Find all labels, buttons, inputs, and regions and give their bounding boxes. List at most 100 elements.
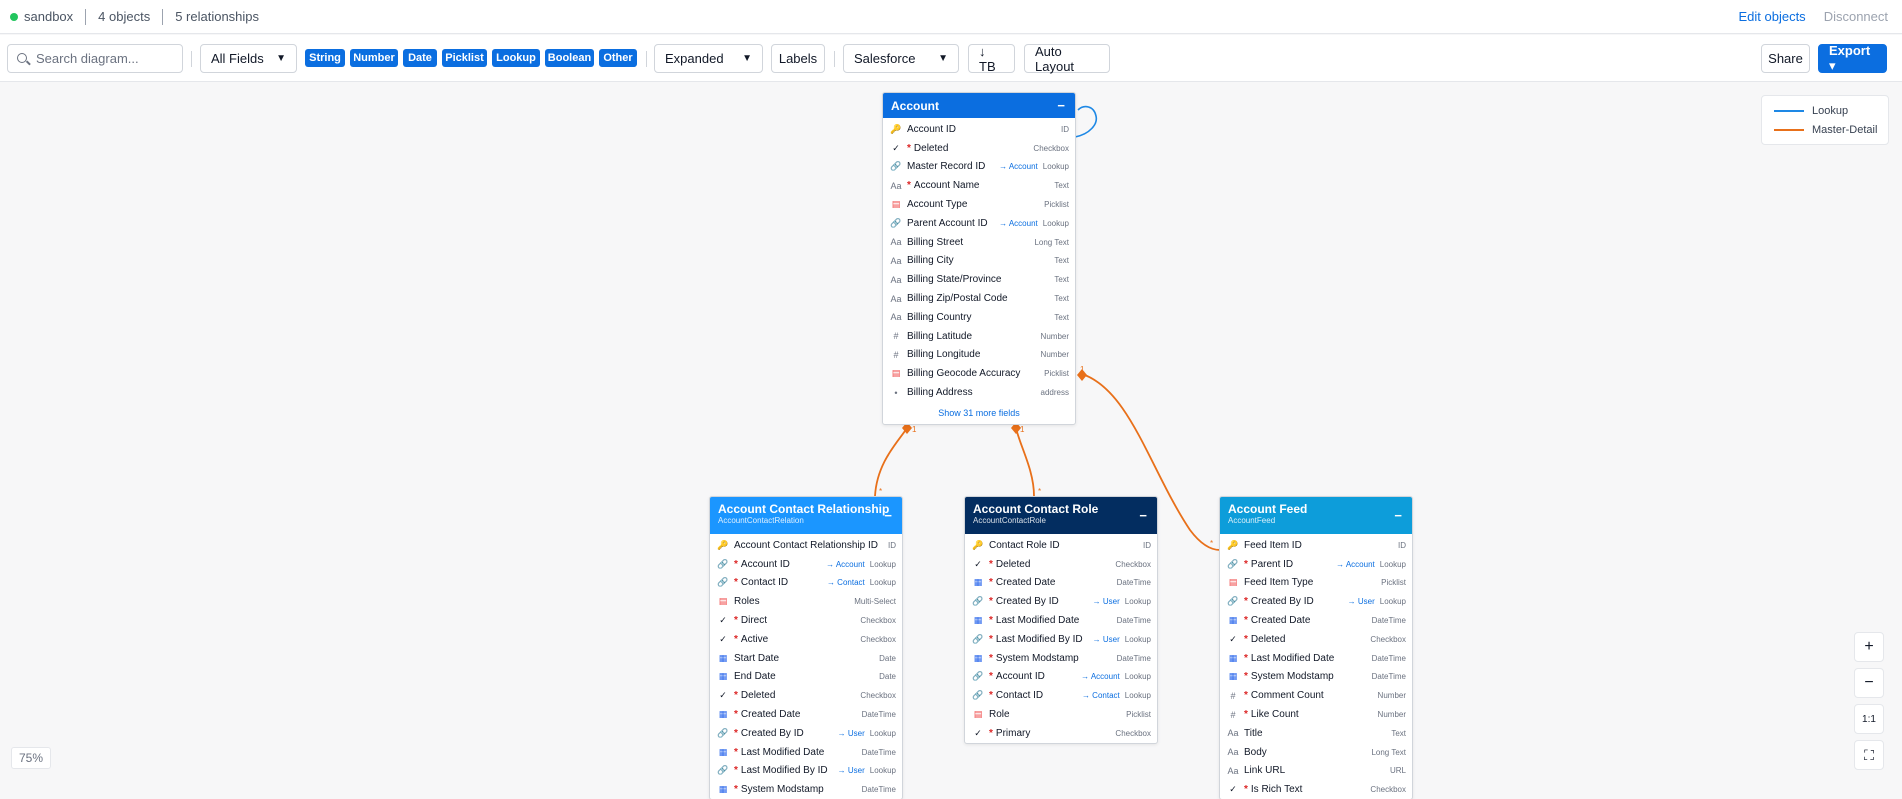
field-row[interactable]: ▦ * System Modstamp DateTime (710, 780, 902, 799)
field-row[interactable]: 🔑 Contact Role ID ID (965, 536, 1157, 555)
field-row[interactable]: ✓ * Deleted Checkbox (883, 139, 1075, 158)
zoom-in-button[interactable]: + (1854, 632, 1884, 662)
object-card-account-contact-relationship[interactable]: Account Contact Relationship AccountConta… (709, 496, 903, 799)
field-row[interactable]: 🔗 * Last Modified By ID → User Lookup (965, 630, 1157, 649)
field-row[interactable]: ▦ * System Modstamp DateTime (965, 649, 1157, 668)
field-reference[interactable]: → Account (999, 219, 1038, 228)
chip-date[interactable]: Date (403, 49, 437, 67)
field-row[interactable]: ✓ * Deleted Checkbox (710, 686, 902, 705)
field-row[interactable]: ▦ * Created Date DateTime (965, 574, 1157, 593)
field-row[interactable]: Aa Billing State/Province Text (883, 270, 1075, 289)
master-detail-edge-acrole[interactable] (1015, 427, 1035, 497)
object-card-account-contact-role[interactable]: Account Contact Role AccountContactRole − 🔑… (964, 496, 1158, 744)
minimize-button[interactable]: − (884, 508, 892, 523)
field-row[interactable]: Aa Link URL URL (1220, 762, 1412, 781)
field-reference[interactable]: → Account (999, 162, 1038, 171)
card-header[interactable]: Account Contact Role AccountContactRole − (965, 497, 1157, 534)
field-row[interactable]: Aa Title Text (1220, 724, 1412, 743)
minimize-button[interactable]: − (1057, 98, 1065, 113)
field-row[interactable]: ▦ * Last Modified Date DateTime (710, 743, 902, 762)
field-row[interactable]: 🔗 * Created By ID → User Lookup (1220, 592, 1412, 611)
card-header[interactable]: Account Feed AccountFeed − (1220, 497, 1412, 534)
field-row[interactable]: Aa * Account Name Text (883, 176, 1075, 195)
zoom-out-button[interactable]: − (1854, 668, 1884, 698)
field-row[interactable]: Aa Billing City Text (883, 252, 1075, 271)
field-row[interactable]: 🔗 * Created By ID → User Lookup (965, 592, 1157, 611)
field-row[interactable]: ▦ Start Date Date (710, 649, 902, 668)
field-row[interactable]: 🔑 Feed Item ID ID (1220, 536, 1412, 555)
field-row[interactable]: 🔗 * Created By ID → User Lookup (710, 724, 902, 743)
field-row[interactable]: Aa Body Long Text (1220, 743, 1412, 762)
field-reference[interactable]: → Account (1081, 672, 1120, 681)
field-row[interactable]: ▦ * Created Date DateTime (1220, 611, 1412, 630)
field-reference[interactable]: → User (1093, 635, 1120, 644)
field-row[interactable]: • Billing Address address (883, 383, 1075, 402)
field-row[interactable]: # Billing Latitude Number (883, 327, 1075, 346)
chip-boolean[interactable]: Boolean (545, 49, 594, 67)
field-reference[interactable]: → Account (1336, 560, 1375, 569)
object-card-account[interactable]: Account − 🔑 Account ID ID ✓ * Deleted Checkbox 🔗 M… (882, 92, 1076, 425)
field-row[interactable]: # * Comment Count Number (1220, 686, 1412, 705)
field-reference[interactable]: → User (1348, 597, 1375, 606)
field-reference[interactable]: → User (838, 766, 865, 775)
field-row[interactable]: ▤ Account Type Picklist (883, 195, 1075, 214)
field-row[interactable]: ✓ * Active Checkbox (710, 630, 902, 649)
disconnect-link[interactable]: Disconnect (1824, 9, 1888, 24)
field-row[interactable]: 🔗 * Contact ID → Contact Lookup (965, 686, 1157, 705)
field-row[interactable]: Aa Billing Zip/Postal Code Text (883, 289, 1075, 308)
fields-filter-select[interactable]: All Fields ▼ (200, 44, 297, 73)
chip-lookup[interactable]: Lookup (492, 49, 540, 67)
edit-objects-link[interactable]: Edit objects (1738, 9, 1805, 24)
field-reference[interactable]: → User (838, 729, 865, 738)
share-button[interactable]: Share (1761, 44, 1810, 73)
fit-view-button[interactable]: ⛶ (1854, 740, 1884, 770)
card-header[interactable]: Account − (883, 93, 1075, 118)
field-row[interactable]: 🔗 * Account ID → Account Lookup (965, 668, 1157, 687)
field-row[interactable]: Aa Billing Street Long Text (883, 233, 1075, 252)
zoom-reset-button[interactable]: 1:1 (1854, 704, 1884, 734)
direction-button[interactable]: ↓ TB (968, 44, 1015, 74)
auto-layout-button[interactable]: Auto Layout (1024, 44, 1110, 74)
field-row[interactable]: 🔗 * Last Modified By ID → User Lookup (710, 762, 902, 781)
view-mode-select[interactable]: Expanded ▼ (654, 44, 763, 73)
chip-string[interactable]: String (305, 49, 345, 67)
field-row[interactable]: 🔑 Account Contact Relationship ID ID (710, 536, 902, 555)
field-row[interactable]: ✓ * Deleted Checkbox (965, 555, 1157, 574)
chip-picklist[interactable]: Picklist (442, 49, 487, 67)
search-input[interactable]: Search diagram... (7, 44, 183, 73)
field-row[interactable]: ✓ * Primary Checkbox (965, 724, 1157, 743)
card-header[interactable]: Account Contact Relationship AccountConta… (710, 497, 902, 534)
labels-button[interactable]: Labels (771, 44, 825, 73)
field-row[interactable]: 🔗 * Contact ID → Contact Lookup (710, 574, 902, 593)
style-select[interactable]: Salesforce ▼ (843, 44, 959, 73)
field-reference[interactable]: → Contact (827, 578, 865, 587)
field-row[interactable]: 🔗 * Account ID → Account Lookup (710, 555, 902, 574)
field-row[interactable]: 🔗 * Parent ID → Account Lookup (1220, 555, 1412, 574)
chip-number[interactable]: Number (350, 49, 398, 67)
field-reference[interactable]: → Account (826, 560, 865, 569)
field-row[interactable]: ▤ Role Picklist (965, 705, 1157, 724)
field-row[interactable]: ✓ * Direct Checkbox (710, 611, 902, 630)
field-row[interactable]: ▦ * Created Date DateTime (710, 705, 902, 724)
field-row[interactable]: ▤ Roles Multi-Select (710, 592, 902, 611)
object-card-account-feed[interactable]: Account Feed AccountFeed − 🔑 Feed Item ID ID 🔗… (1219, 496, 1413, 799)
field-row[interactable]: ▦ End Date Date (710, 668, 902, 687)
field-row[interactable]: ▤ Feed Item Type Picklist (1220, 574, 1412, 593)
minimize-button[interactable]: − (1394, 508, 1402, 523)
export-button[interactable]: Export ▾ (1818, 43, 1887, 73)
field-row[interactable]: Aa Billing Country Text (883, 308, 1075, 327)
field-row[interactable]: # Billing Longitude Number (883, 346, 1075, 365)
field-row[interactable]: ▤ Billing Geocode Accuracy Picklist (883, 364, 1075, 383)
field-row[interactable]: ✓ * Deleted Checkbox (1220, 630, 1412, 649)
master-detail-edge-acr[interactable] (874, 427, 908, 497)
self-lookup-edge[interactable] (1074, 105, 1098, 138)
field-row[interactable]: # * Like Count Number (1220, 705, 1412, 724)
field-row[interactable]: ▦ * Last Modified Date DateTime (965, 611, 1157, 630)
field-row[interactable]: ▦ * Last Modified Date DateTime (1220, 649, 1412, 668)
field-row[interactable]: 🔗 Master Record ID → Account Lookup (883, 158, 1075, 177)
field-reference[interactable]: → User (1093, 597, 1120, 606)
chip-other[interactable]: Other (599, 49, 637, 67)
field-reference[interactable]: → Contact (1082, 691, 1120, 700)
field-row[interactable]: 🔑 Account ID ID (883, 120, 1075, 139)
minimize-button[interactable]: − (1139, 508, 1147, 523)
